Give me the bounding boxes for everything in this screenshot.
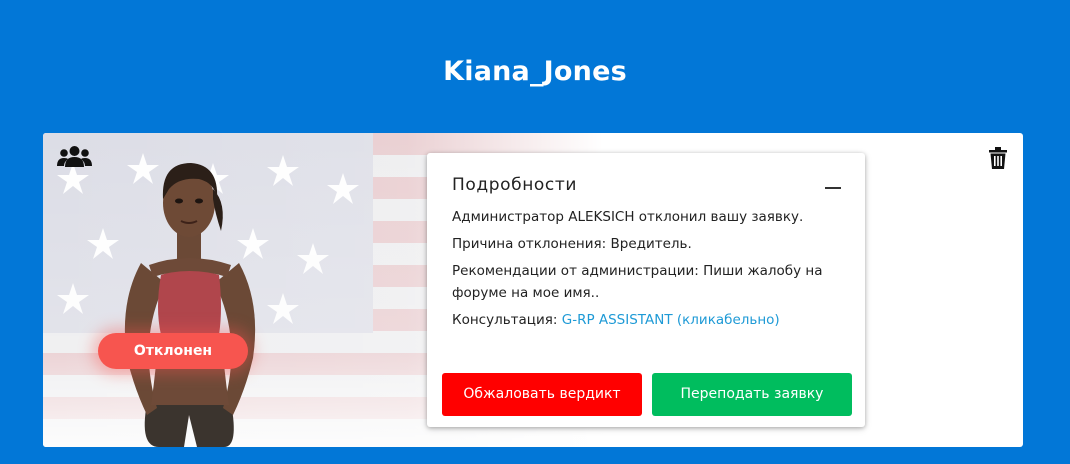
consultation-label: Консультация: — [452, 312, 562, 328]
details-title: Подробности — [452, 175, 578, 195]
reason-line: Причина отклонения: Вредитель. — [452, 236, 692, 252]
resubmit-application-button[interactable]: Переподать заявку — [652, 373, 852, 416]
status-badge: Отклонен — [98, 333, 248, 369]
users-group-icon[interactable] — [57, 145, 92, 169]
page-title: Kiana_Jones — [443, 56, 627, 87]
details-panel: Подробности Администратор ALEKSICH откло… — [427, 153, 865, 427]
recommendation-line: Рекомендации от администрации: Пиши жало… — [452, 263, 823, 301]
appeal-verdict-button[interactable]: Обжаловать вердикт — [442, 373, 642, 416]
consultation-link[interactable]: G-RP ASSISTANT (кликабельно) — [562, 312, 780, 328]
details-body: Администратор ALEKSICH отклонил вашу зая… — [452, 206, 852, 336]
admin-line: Администратор ALEKSICH отклонил вашу зая… — [452, 209, 804, 225]
minus-icon[interactable] — [825, 187, 841, 189]
consultation-line: Консультация: G-RP ASSISTANT (кликабельн… — [452, 309, 852, 331]
character-skin-image — [124, 163, 256, 447]
application-card: Отклонен Подробности Администратор ALEKS… — [43, 133, 1023, 447]
trash-icon[interactable] — [989, 147, 1007, 169]
